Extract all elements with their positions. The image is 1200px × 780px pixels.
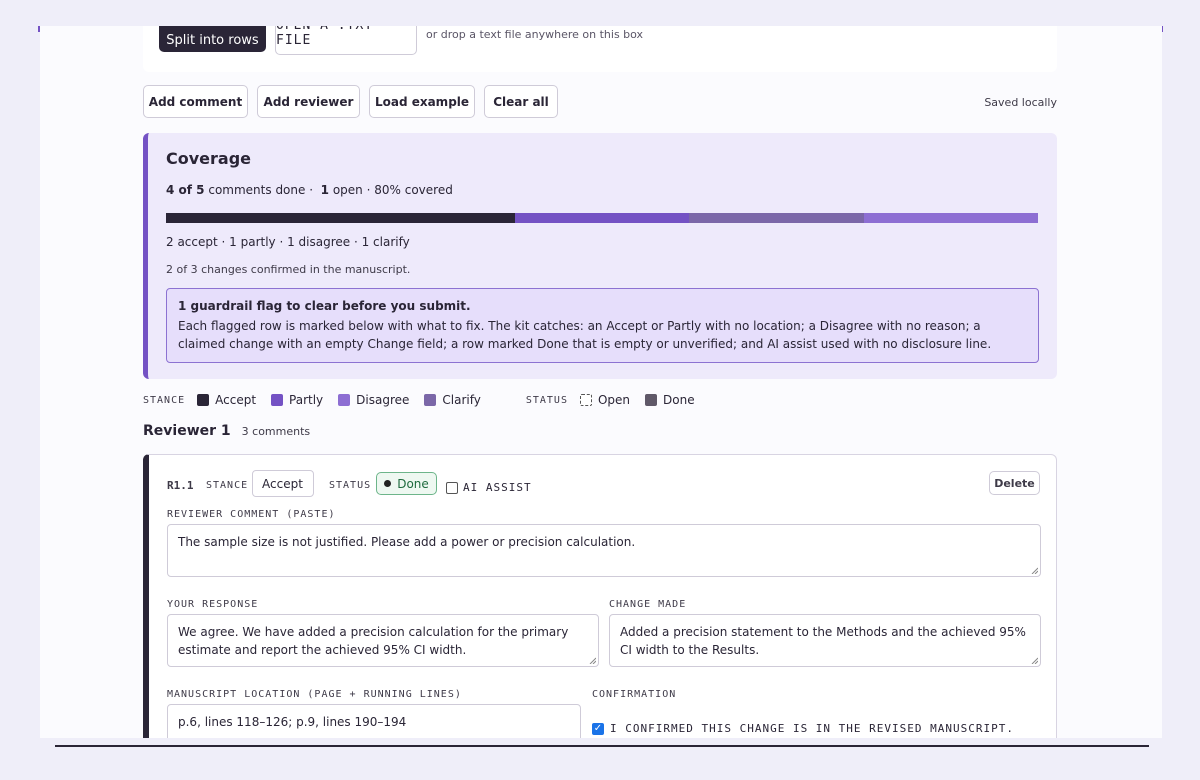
status-value: Done <box>397 476 429 491</box>
done-swatch-icon <box>645 394 658 406</box>
legend: STANCE Accept Partly Disagree Clarify STATU… <box>143 392 710 408</box>
change-made-text: Added a precision statement to the Metho… <box>620 625 1026 657</box>
reviewer-comment-text: The sample size is not justified. Please… <box>178 535 636 549</box>
guardrail-notice: 1 guardrail flag to clear before you sub… <box>166 288 1039 363</box>
status-legend-done: Done <box>645 393 695 407</box>
open-swatch-icon <box>579 394 592 406</box>
clear-all-button[interactable]: Clear all <box>484 85 558 118</box>
legend-stance-label: STANCE <box>143 394 186 406</box>
clarify-swatch-icon <box>424 394 437 406</box>
stance-select[interactable]: Accept <box>252 470 314 497</box>
open-count: 1 <box>320 183 330 197</box>
guardrail-text: Each flagged row is marked below with wh… <box>178 319 992 351</box>
stance-label: STANCE <box>206 480 249 491</box>
bottom-rule <box>55 745 1149 747</box>
coverage-title: Coverage <box>166 149 252 168</box>
reviewer-header: Reviewer 1 3 comments <box>143 423 310 439</box>
open-suffix: open · 80% covered <box>332 183 453 197</box>
drop-hint: or drop a text file anywhere on this box <box>426 28 644 41</box>
comment-id: R1.1 <box>167 479 194 492</box>
disagree-swatch-icon <box>338 394 351 406</box>
legend-status-label: STATUS <box>525 394 568 406</box>
reviewer-comment-field[interactable]: The sample size is not justified. Please… <box>167 524 1041 577</box>
ai-assist-label: AI ASSIST <box>463 481 532 494</box>
coverage-summary: 4 of 5 comments done · 1 open · 80% cove… <box>166 183 453 197</box>
stance-legend-label: Clarify <box>442 393 481 407</box>
status-legend-open: Open <box>579 393 631 407</box>
coverage-segment-disagree <box>689 213 864 223</box>
location-label: MANUSCRIPT LOCATION (PAGE + RUNNING LINE… <box>167 689 462 700</box>
stance-legend-clarify: Clarify <box>424 393 481 407</box>
stance-legend-label: Disagree <box>356 393 410 407</box>
confirmation-text: I CONFIRMED THIS CHANGE IS IN THE REVISE… <box>610 722 1014 735</box>
guardrail-title: 1 guardrail flag to clear before you sub… <box>178 299 471 313</box>
response-text: We agree. We have added a precision calc… <box>178 625 569 657</box>
confirmed-changes: 2 of 3 changes confirmed in the manuscri… <box>166 263 411 276</box>
status-legend-label: Open <box>597 393 631 407</box>
coverage-bar <box>166 213 1038 223</box>
stance-legend-accept: Accept <box>197 393 256 407</box>
ai-assist-checkbox[interactable] <box>446 481 458 494</box>
status-label: STATUS <box>329 480 372 491</box>
reviewer-comment-count: 3 comments <box>241 425 311 438</box>
stance-legend-disagree: Disagree <box>338 393 409 407</box>
add-comment-button[interactable]: Add comment <box>143 85 248 118</box>
resize-grip-icon[interactable] <box>589 657 596 664</box>
reviewer-comment-label: REVIEWER COMMENT (PASTE) <box>167 509 336 520</box>
comment-card: R1.1 STANCE Accept STATUS Done AI ASSIST… <box>143 454 1057 738</box>
delete-button[interactable]: Delete <box>989 471 1040 495</box>
coverage-segment-clarify <box>863 213 1038 223</box>
resize-grip-icon[interactable] <box>1031 657 1038 664</box>
status-toggle[interactable]: Done <box>376 472 437 495</box>
response-label: YOUR RESPONSE <box>167 599 259 610</box>
partly-swatch-icon <box>271 394 284 406</box>
status-legend-label: Done <box>663 393 695 407</box>
resize-grip-icon[interactable] <box>1031 567 1038 574</box>
saved-status: Saved locally <box>984 96 1057 109</box>
add-reviewer-button[interactable]: Add reviewer <box>257 85 360 118</box>
coverage-segment-accept <box>166 213 515 223</box>
stance-counts: 2 accept · 1 partly · 1 disagree · 1 cla… <box>166 235 410 249</box>
app-frame: Split into rows OPEN A .TXT FILE or drop… <box>40 26 1162 738</box>
ai-assist-toggle[interactable]: AI ASSIST <box>446 481 532 494</box>
split-into-rows-button[interactable]: Split into rows <box>159 26 266 52</box>
coverage-panel: Coverage 4 of 5 comments done · 1 open ·… <box>143 133 1057 379</box>
status-dot-icon <box>384 480 392 487</box>
change-made-label: CHANGE MADE <box>609 599 687 610</box>
coverage-segment-partly <box>514 213 690 223</box>
stance-legend-label: Partly <box>289 393 324 407</box>
location-text: p.6, lines 118–126; p.9, lines 190–194 <box>178 715 407 729</box>
accept-swatch-icon <box>197 394 210 406</box>
location-field[interactable]: p.6, lines 118–126; p.9, lines 190–194 <box>167 704 581 738</box>
confirmation-checkbox[interactable]: ✓ <box>592 722 604 735</box>
confirmation-label: CONFIRMATION <box>592 689 677 700</box>
open-txt-file-button[interactable]: OPEN A .TXT FILE <box>275 26 417 55</box>
stance-legend-partly: Partly <box>271 393 323 407</box>
response-field[interactable]: We agree. We have added a precision calc… <box>167 614 599 667</box>
load-example-button[interactable]: Load example <box>369 85 475 118</box>
reviewer-title: Reviewer 1 <box>143 423 231 439</box>
change-made-field[interactable]: Added a precision statement to the Metho… <box>609 614 1041 667</box>
confirmation-toggle[interactable]: ✓ I CONFIRMED THIS CHANGE IS IN THE REVI… <box>592 722 1014 735</box>
stance-legend: Accept Partly Disagree Clarify <box>197 393 496 407</box>
done-count: 4 of 5 <box>166 183 205 197</box>
status-legend: Open Done <box>579 393 710 407</box>
stance-legend-label: Accept <box>215 393 257 407</box>
done-suffix: comments done · <box>208 183 314 197</box>
